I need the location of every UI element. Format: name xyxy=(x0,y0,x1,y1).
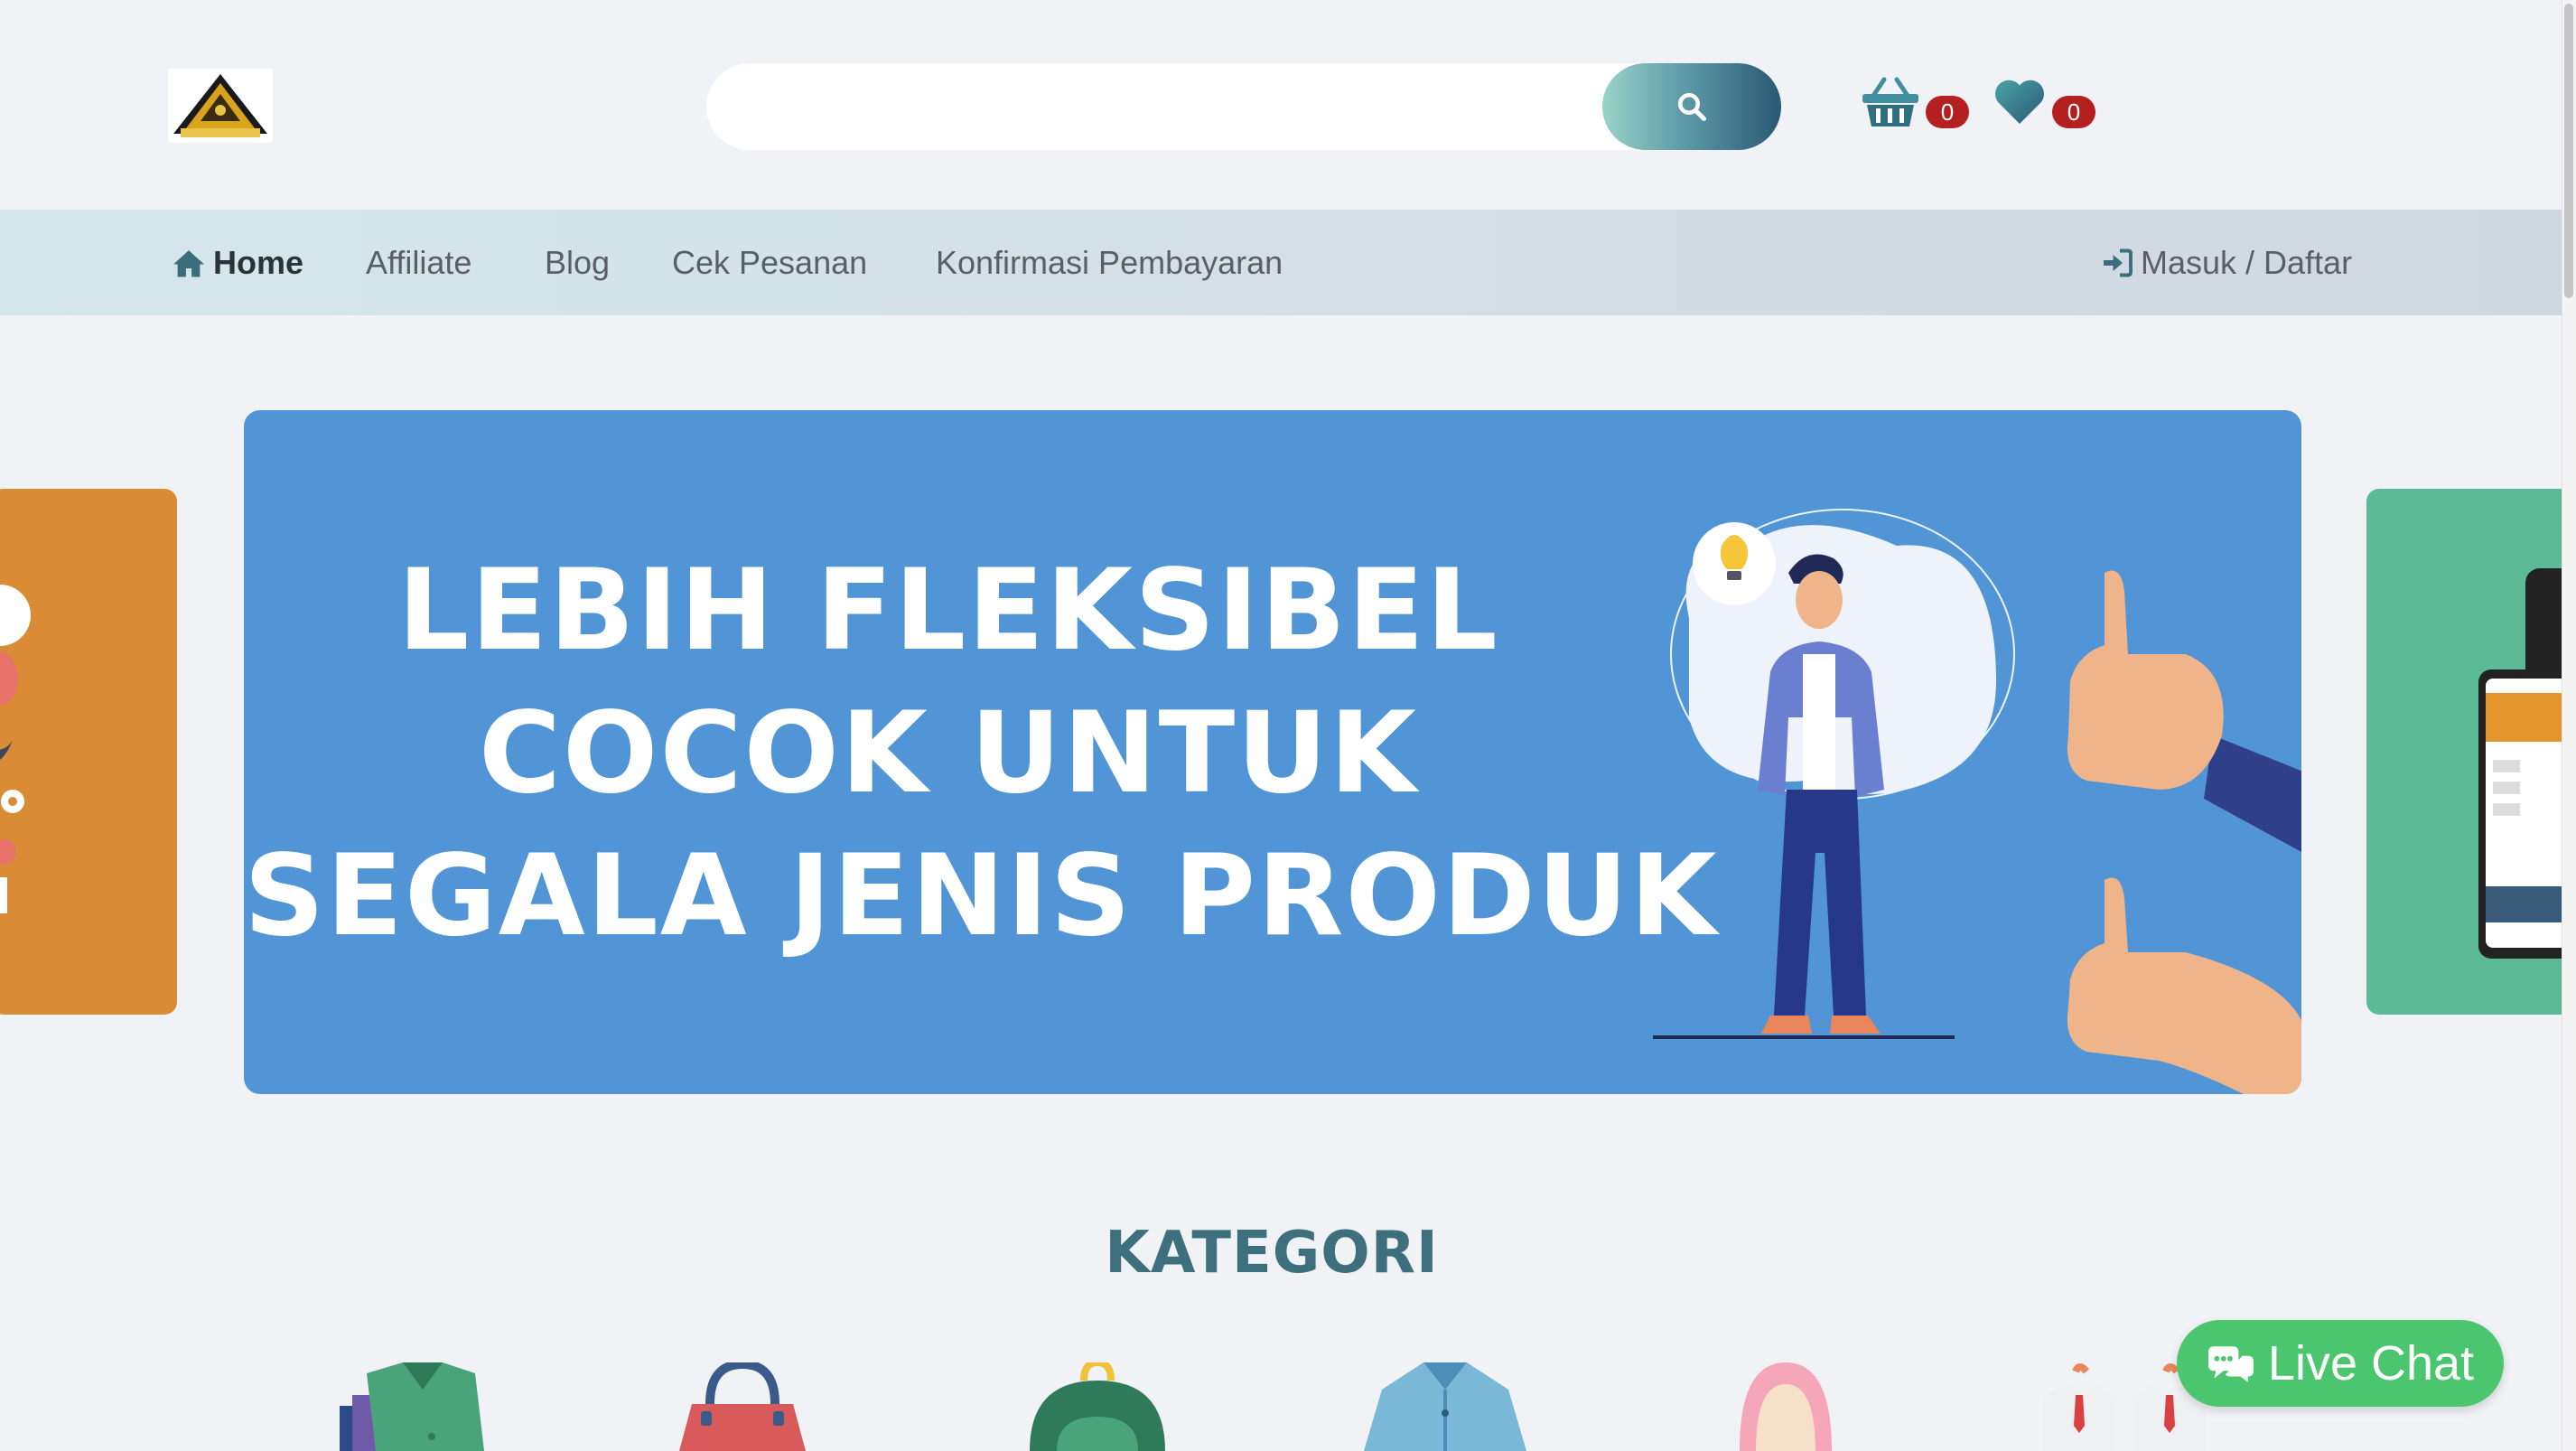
person-illustration xyxy=(1653,509,2015,1039)
search-bar xyxy=(706,63,1781,150)
carousel-prev-slide[interactable] xyxy=(0,489,177,1015)
category-hijab[interactable] xyxy=(1736,1362,1835,1451)
banner-line-3: SEGALA JENIS PRODUK xyxy=(244,831,1719,961)
basket-icon xyxy=(1862,77,1918,126)
wishlist-count-badge: 0 xyxy=(2052,96,2095,128)
search-input[interactable] xyxy=(739,80,1552,134)
category-backpacks[interactable] xyxy=(1021,1358,1174,1451)
cart-button[interactable]: 0 xyxy=(1861,76,1969,133)
nav-blog[interactable]: Blog xyxy=(545,210,610,315)
slide-illustration xyxy=(0,585,31,913)
nav-affiliate[interactable]: Affiliate xyxy=(366,210,471,315)
hijab-icon xyxy=(1740,1362,1832,1451)
page-scrollbar[interactable] xyxy=(2562,0,2576,1451)
nav-home[interactable]: Home xyxy=(172,210,303,315)
category-jackets[interactable] xyxy=(1364,1362,1526,1451)
chat-bubbles-icon xyxy=(2207,1346,2254,1382)
hero-banner[interactable]: LEBIH FLEKSIBEL COCOK UNTUK SEGALA JENIS… xyxy=(244,410,2301,1094)
thumbs-up-illustration xyxy=(2067,570,2301,1094)
nav-cek-pesanan[interactable]: Cek Pesanan xyxy=(672,210,867,315)
kategori-title: KATEGORI xyxy=(1105,1220,1439,1287)
live-chat-label: Live Chat xyxy=(2267,1336,2475,1390)
jacket-icon xyxy=(1364,1362,1526,1451)
banner-line-2: COCOK UNTUK xyxy=(479,688,1418,819)
store-logo[interactable] xyxy=(168,69,273,143)
home-icon xyxy=(173,249,204,276)
live-chat-button[interactable]: Live Chat xyxy=(2177,1320,2504,1407)
backpack-icon xyxy=(1030,1358,1165,1451)
carousel-next-slide[interactable] xyxy=(2366,489,2576,1015)
banner-line-1: LEBIH FLEKSIBEL xyxy=(397,546,1499,676)
category-bags[interactable] xyxy=(679,1359,806,1451)
shirt-stack-icon xyxy=(340,1362,484,1451)
login-register-link[interactable]: Masuk / Daftar xyxy=(2101,210,2352,315)
heart-icon xyxy=(1994,80,2045,124)
search-button[interactable] xyxy=(1602,63,1781,150)
sign-in-icon xyxy=(2104,248,2133,276)
phone-mockup-illustration xyxy=(2478,568,2576,959)
nav-konfirmasi-pembayaran[interactable]: Konfirmasi Pembayaran xyxy=(936,210,1283,315)
handbag-icon xyxy=(679,1359,806,1451)
wishlist-button[interactable]: 0 xyxy=(1993,76,2095,131)
cart-count-badge: 0 xyxy=(1926,96,1969,128)
category-shirts[interactable] xyxy=(340,1362,486,1451)
main-nav: Home Affiliate Blog Cek Pesanan Konfirma… xyxy=(0,210,2562,315)
scrollbar-thumb[interactable] xyxy=(2564,4,2573,298)
search-icon xyxy=(1678,93,1707,122)
